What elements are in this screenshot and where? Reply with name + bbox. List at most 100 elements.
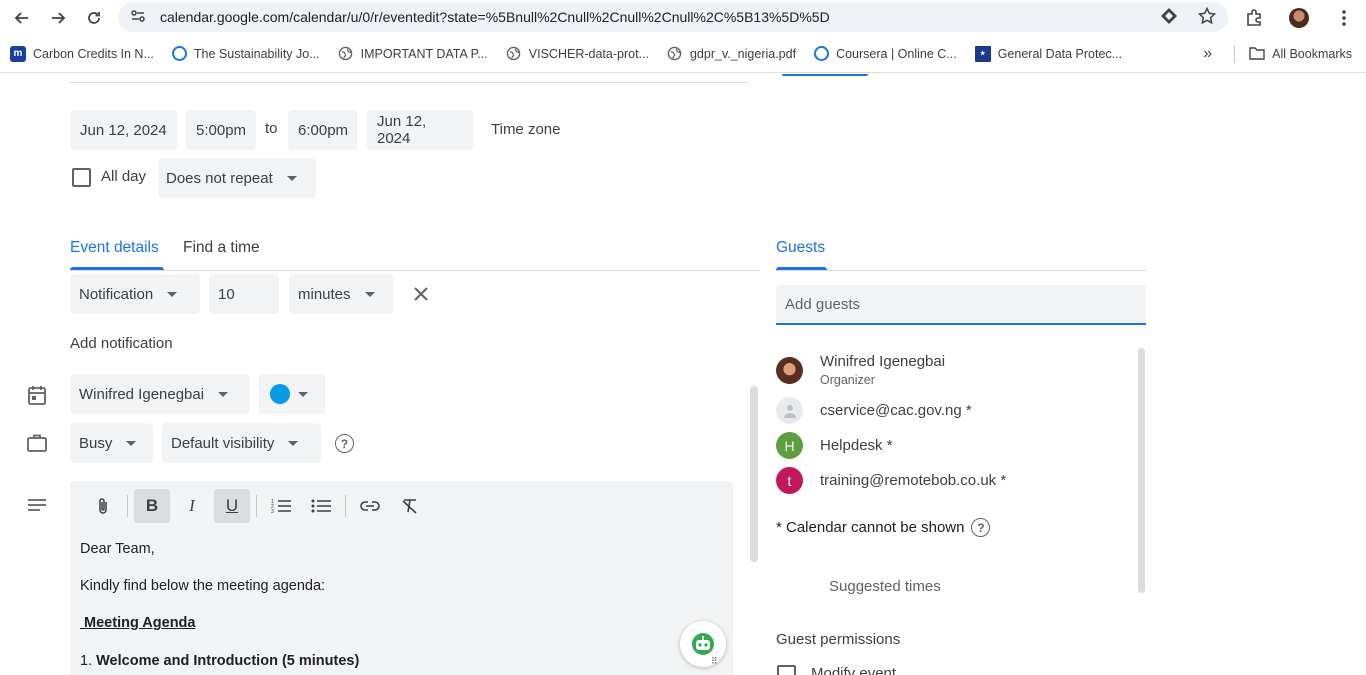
resize-handle-icon[interactable]: ⠿ <box>711 656 718 667</box>
start-time-button[interactable]: 5:00pm <box>186 110 256 150</box>
assistant-bot-button[interactable] <box>680 621 726 667</box>
visibility-label: Default visibility <box>171 434 275 452</box>
description-editor[interactable]: B I U 123 Dear Team, Kindly find below t… <box>70 481 733 675</box>
c-icon <box>171 46 187 61</box>
briefcase-icon <box>25 431 49 455</box>
notification-type-dropdown[interactable]: Notification <box>70 274 200 314</box>
repeat-label: Does not repeat <box>166 169 273 187</box>
tab-event-details[interactable]: Event details <box>70 239 159 257</box>
availability-dropdown[interactable]: Busy <box>70 423 153 463</box>
editor-heading: Meeting Agenda <box>80 615 196 631</box>
cannot-show-label: * Calendar cannot be shown <box>776 519 965 536</box>
scrollbar-thumb[interactable] <box>750 386 758 562</box>
tab-guests[interactable]: Guests <box>776 239 825 257</box>
all-day-checkbox[interactable] <box>72 168 91 187</box>
notification-type-label: Notification <box>79 285 154 303</box>
forward-icon[interactable] <box>40 0 76 35</box>
bookmark-2[interactable]: IMPORTANT DATA P... <box>338 46 488 62</box>
tab-find-a-time[interactable]: Find a time <box>183 239 260 257</box>
more-menu-icon[interactable] <box>1321 9 1366 26</box>
timezone-button[interactable]: Time zone <box>491 121 560 138</box>
repeat-dropdown[interactable]: Does not repeat <box>158 158 316 198</box>
editor-line: Kindly find below the meeting agenda: <box>80 578 326 594</box>
help-icon[interactable]: ? <box>971 518 991 537</box>
bookmark-star-icon[interactable] <box>1197 6 1217 28</box>
link-icon[interactable] <box>352 489 388 523</box>
help-icon[interactable]: ? <box>335 434 354 453</box>
bookmark-label: VISCHER-data-prot... <box>528 46 649 61</box>
extension-diamond-icon[interactable] <box>1160 7 1178 28</box>
remove-formatting-icon[interactable] <box>392 489 428 523</box>
attachment-icon[interactable] <box>85 489 121 523</box>
chevron-down-icon <box>298 391 308 397</box>
bookmark-label: Carbon Credits In N... <box>33 46 154 61</box>
c-icon <box>814 46 830 61</box>
guest-row[interactable]: Winifred Igenegbai Organizer <box>776 353 945 387</box>
guest-name: Helpdesk * <box>820 437 893 454</box>
editor-toolbar: B I U 123 <box>70 481 733 531</box>
avatar <box>776 356 803 384</box>
bookmark-1[interactable]: The Sustainability Jo... <box>171 46 320 61</box>
divider <box>1234 45 1236 63</box>
guest-name: training@remotebob.co.uk * <box>820 472 1007 489</box>
title-field-underline <box>70 82 748 83</box>
extensions-puzzle-icon[interactable] <box>1231 8 1276 27</box>
underline-icon[interactable]: U <box>214 489 250 523</box>
start-date-button[interactable]: Jun 12, 2024 <box>70 110 177 150</box>
guests-scrollbar-thumb[interactable] <box>1138 348 1145 593</box>
all-bookmarks-link[interactable]: All Bookmarks <box>1272 47 1352 61</box>
suggested-times-button[interactable]: Suggested times <box>829 578 941 595</box>
visibility-dropdown[interactable]: Default visibility <box>162 423 321 463</box>
add-notification-button[interactable]: Add notification <box>70 335 173 352</box>
guest-name: Winifred Igenegbai <box>820 353 946 370</box>
guest-row[interactable]: cservice@cac.gov.ng * <box>776 397 972 424</box>
default-person-icon <box>776 397 803 424</box>
event-color-dropdown[interactable] <box>259 374 325 414</box>
chevron-down-icon <box>288 440 299 446</box>
back-icon[interactable] <box>4 0 40 35</box>
add-guests-input[interactable]: Add guests <box>776 285 1146 325</box>
svg-text:3: 3 <box>271 509 274 514</box>
italic-icon[interactable]: I <box>174 489 210 523</box>
numbered-list-icon[interactable]: 123 <box>263 489 299 523</box>
guest-row[interactable]: t training@remotebob.co.uk * <box>776 467 1006 494</box>
modify-event-checkbox[interactable] <box>777 665 796 675</box>
more-bookmarks-chevron-icon[interactable]: » <box>1203 45 1212 63</box>
close-icon[interactable] <box>409 282 433 306</box>
list-item-text: Welcome and Introduction (5 minutes) <box>96 653 360 669</box>
notification-unit-dropdown[interactable]: minutes <box>289 274 393 314</box>
chevron-down-icon <box>126 440 137 446</box>
avatar: t <box>776 467 803 494</box>
address-bar[interactable]: calendar.google.com/calendar/u/0/r/event… <box>118 2 1228 32</box>
end-date-button[interactable]: Jun 12, 2024 <box>367 110 473 150</box>
m-icon: m <box>10 45 26 62</box>
bold-icon[interactable]: B <box>134 489 170 523</box>
modify-event-label: Modify event <box>811 665 897 675</box>
save-button-edge[interactable] <box>782 74 868 76</box>
reload-icon[interactable] <box>76 0 112 35</box>
bookmark-label: General Data Protec... <box>997 46 1123 61</box>
end-time-button[interactable]: 6:00pm <box>288 110 357 150</box>
color-swatch <box>270 384 290 404</box>
url-text[interactable]: calendar.google.com/calendar/u/0/r/event… <box>160 9 830 25</box>
notification-value-input[interactable]: 10 <box>209 274 279 314</box>
bookmark-0[interactable]: m Carbon Credits In N... <box>10 45 154 62</box>
bookmark-3[interactable]: VISCHER-data-prot... <box>506 46 649 62</box>
bookmark-6[interactable]: ★ General Data Protec... <box>974 45 1123 62</box>
profile-avatar[interactable] <box>1276 7 1321 28</box>
bookmark-label: Coursera | Online C... <box>836 46 957 61</box>
bookmark-5[interactable]: Coursera | Online C... <box>814 46 957 61</box>
chevron-down-icon <box>286 175 297 181</box>
bookmark-4[interactable]: gdpr_v._nigeria.pdf <box>667 46 796 62</box>
divider <box>256 495 257 517</box>
guest-row[interactable]: H Helpdesk * <box>776 432 893 459</box>
site-settings-icon[interactable] <box>130 8 146 27</box>
guest-name: cservice@cac.gov.ng * <box>820 402 972 419</box>
bookmark-label: gdpr_v._nigeria.pdf <box>689 46 797 61</box>
chevron-down-icon <box>218 391 229 397</box>
bulleted-list-icon[interactable] <box>303 489 339 523</box>
calendar-owner-dropdown[interactable]: Winifred Igenegbai <box>70 374 250 414</box>
calendar-icon <box>25 383 49 407</box>
event-edit-page: Jun 12, 2024 5:00pm to 6:00pm Jun 12, 20… <box>0 74 1366 675</box>
list-number: 1. <box>80 653 97 669</box>
